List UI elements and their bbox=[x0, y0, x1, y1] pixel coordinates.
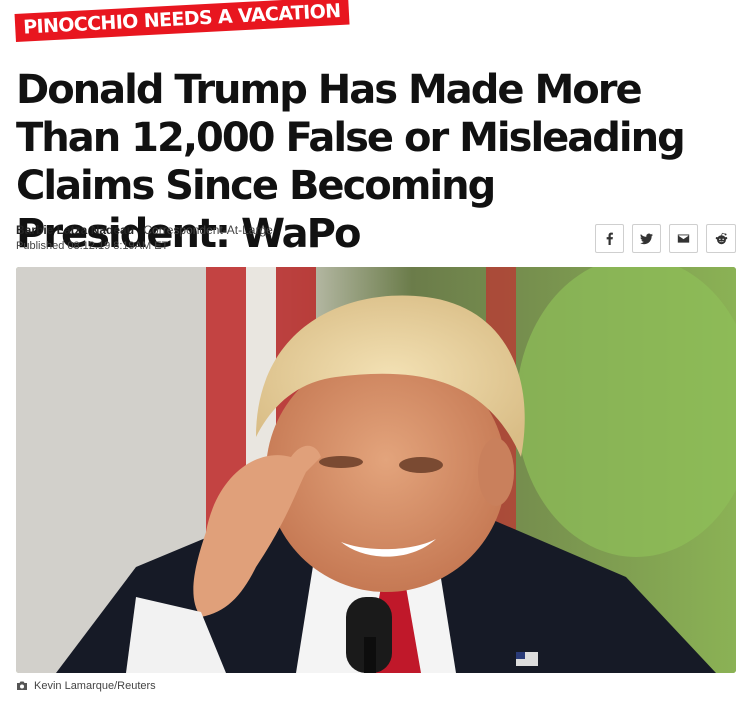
published-date: Published 08.12.19 8:19AM ET bbox=[16, 240, 169, 252]
article-photo bbox=[16, 267, 736, 673]
section-rubric[interactable]: PINOCCHIO NEEDS A VACATION bbox=[14, 0, 350, 43]
photo-caption: Kevin Lamarque/Reuters bbox=[16, 680, 156, 692]
twitter-icon bbox=[640, 233, 653, 245]
author-name[interactable]: Barbie Latza Nadeau bbox=[16, 223, 134, 237]
share-email-button[interactable] bbox=[669, 224, 698, 253]
share-bar bbox=[595, 224, 736, 253]
share-facebook-button[interactable] bbox=[595, 224, 624, 253]
byline: Barbie Latza Nadeau Correspondent-At-Lar… bbox=[16, 223, 273, 237]
camera-icon bbox=[17, 681, 27, 690]
share-reddit-button[interactable] bbox=[706, 224, 736, 253]
share-twitter-button[interactable] bbox=[632, 224, 661, 253]
facebook-icon bbox=[606, 232, 613, 245]
author-role: Correspondent-At-Large bbox=[143, 223, 273, 237]
email-icon bbox=[677, 234, 690, 243]
reddit-icon bbox=[715, 232, 727, 245]
photo-credit: Kevin Lamarque/Reuters bbox=[34, 680, 156, 692]
